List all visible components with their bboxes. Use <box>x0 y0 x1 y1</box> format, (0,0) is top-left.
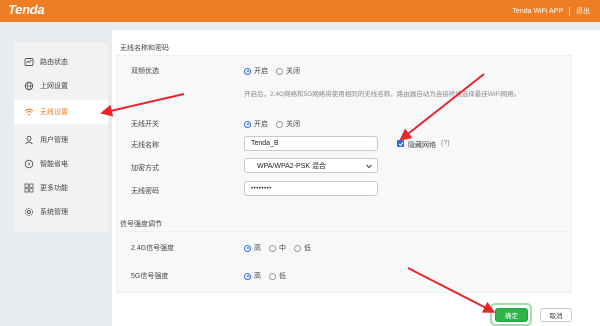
cancel-button[interactable]: 取消 <box>540 308 572 322</box>
radio-label: 低 <box>304 245 311 252</box>
radio-label: 开启 <box>254 121 268 128</box>
sidebar-item-label: 路由状态 <box>40 59 68 66</box>
band5-radio-group: 高 低 <box>244 271 291 281</box>
ssid-input[interactable]: Tenda_B <box>244 136 378 151</box>
password-input[interactable]: •••••••• <box>244 181 378 196</box>
dual-band-label: 双频优选 <box>131 68 159 75</box>
chevron-down-icon <box>366 164 372 169</box>
sidebar-item-system-management[interactable]: 系统管理 <box>14 200 108 224</box>
sidebar-item-label: 上网设置 <box>40 83 68 90</box>
main-content: 无线名称和密码 双频优选 开启 关闭 开启后，2.4G网络和5G网络将使用相同的… <box>112 30 600 326</box>
sidebar: 路由状态 上网设置 无线设置 用户管理 智能省电 更多功能 系统管理 <box>14 42 108 232</box>
encryption-value: WPA/WPA2-PSK 混合 <box>257 162 326 170</box>
signal-section-title: 信号强度调节 <box>120 221 162 228</box>
dual-band-off-radio[interactable] <box>276 67 283 75</box>
sidebar-item-user-management[interactable]: 用户管理 <box>14 128 108 152</box>
radio-label: 开启 <box>254 68 268 75</box>
wifi-switch-radio-group: 开启 关闭 <box>244 119 305 129</box>
radio-label: 关闭 <box>286 68 300 75</box>
radio-label: 低 <box>279 273 286 280</box>
sidebar-item-router-status[interactable]: 路由状态 <box>14 50 108 74</box>
band24-radio-group: 高 中 低 <box>244 243 316 253</box>
band24-high-radio[interactable] <box>244 244 251 252</box>
sidebar-item-label: 智能省电 <box>40 161 68 168</box>
encryption-label: 加密方式 <box>131 165 159 172</box>
ssid-label: 无线名称 <box>131 142 159 149</box>
wifi-on-radio[interactable] <box>244 120 251 128</box>
ok-button[interactable]: 确定 <box>495 308 528 322</box>
sidebar-item-label: 用户管理 <box>40 137 68 144</box>
band24-label: 2.4G信号强度 <box>131 245 175 252</box>
wireless-panel: 双频优选 开启 关闭 开启后，2.4G网络和5G网络将使用相同的无线名称，路由器… <box>116 55 572 239</box>
logout-link[interactable]: 退出 <box>576 6 590 16</box>
hide-network-checkbox[interactable] <box>397 140 404 147</box>
dual-band-hint: 开启后，2.4G网络和5G网络将使用相同的无线名称，路由器自动为连接终端选择最佳… <box>244 91 521 98</box>
top-right-links: Tenda WiFi APP 退出 <box>512 6 590 16</box>
grid-icon <box>24 183 34 193</box>
wireless-section-title: 无线名称和密码 <box>120 45 169 52</box>
sidebar-item-label: 无线设置 <box>40 109 68 116</box>
tenda-wifi-app-link[interactable]: Tenda WiFi APP <box>512 8 563 15</box>
sidebar-item-power-saving[interactable]: 智能省电 <box>14 152 108 176</box>
encryption-select[interactable]: WPA/WPA2-PSK 混合 <box>244 158 378 173</box>
top-bar: Tenda Tenda WiFi APP 退出 <box>0 0 600 22</box>
user-icon <box>24 135 34 145</box>
wifi-switch-label: 无线开关 <box>131 121 159 128</box>
checkmark-icon <box>398 141 403 146</box>
hide-network-help-icon[interactable]: (?) <box>441 140 450 147</box>
radio-label: 中 <box>279 245 286 252</box>
sidebar-item-label: 系统管理 <box>40 209 68 216</box>
router-status-icon <box>24 57 34 67</box>
power-saving-icon <box>24 159 34 169</box>
wifi-off-radio[interactable] <box>276 120 283 128</box>
sidebar-item-more-features[interactable]: 更多功能 <box>14 176 108 200</box>
radio-label: 关闭 <box>286 121 300 128</box>
wifi-icon <box>24 107 34 117</box>
band5-low-radio[interactable] <box>269 272 276 280</box>
sidebar-item-label: 更多功能 <box>40 185 68 192</box>
gear-icon <box>24 207 34 217</box>
dual-band-on-radio[interactable] <box>244 67 251 75</box>
band24-low-radio[interactable] <box>294 244 301 252</box>
hide-network-label: 隐藏网络 <box>408 142 436 149</box>
sidebar-item-wireless-settings[interactable]: 无线设置 <box>14 100 108 124</box>
dual-band-radio-group: 开启 关闭 <box>244 66 305 76</box>
top-divider <box>569 6 570 16</box>
signal-panel: 2.4G信号强度 高 中 低 5G信号强度 高 低 <box>116 231 572 293</box>
sidebar-item-internet-settings[interactable]: 上网设置 <box>14 74 108 98</box>
radio-label: 高 <box>254 245 261 252</box>
password-label: 无线密码 <box>131 188 159 195</box>
tenda-logo: Tenda <box>8 2 45 17</box>
globe-icon <box>24 81 34 91</box>
band5-high-radio[interactable] <box>244 272 251 280</box>
band24-mid-radio[interactable] <box>269 244 276 252</box>
band5-label: 5G信号强度 <box>131 273 169 280</box>
radio-label: 高 <box>254 273 261 280</box>
